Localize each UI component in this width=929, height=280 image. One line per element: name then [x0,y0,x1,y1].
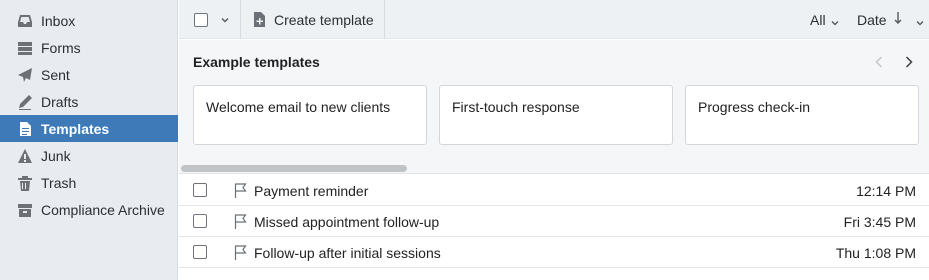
toolbar: Create template All Date [179,0,929,39]
sidebar-item-label: Junk [41,147,71,164]
example-template-card[interactable]: First-touch response [439,85,673,145]
sidebar-item-compliance-archive[interactable]: Compliance Archive [0,196,178,223]
create-template-button[interactable]: Create template [241,0,385,39]
flag-icon[interactable] [233,244,249,261]
sidebar-item-label: Inbox [41,12,76,29]
sidebar-item-inbox[interactable]: Inbox [0,7,178,34]
select-all-control [179,0,241,39]
sidebar-item-sent[interactable]: Sent [0,61,178,88]
select-options-chevron-down-icon[interactable] [220,15,230,25]
sidebar-item-label: Templates [41,120,110,137]
sidebar-item-drafts[interactable]: Drafts [0,88,178,115]
example-templates-panel: Example templates Welcome email to new c… [179,40,929,174]
horizontal-scrollbar[interactable] [179,162,929,174]
junk-icon [16,147,34,165]
example-template-label: First-touch response [452,99,580,115]
chevron-down-icon [830,15,840,25]
example-template-label: Progress check-in [698,99,811,115]
sidebar-item-label: Forms [41,39,81,56]
trash-icon [16,174,34,192]
next-arrow-icon[interactable] [901,54,917,70]
drafts-icon [16,93,34,111]
scrollbar-thumb[interactable] [181,165,407,172]
template-subject: Payment reminder [254,183,369,199]
flag-icon[interactable] [233,182,249,199]
sidebar-item-trash[interactable]: Trash [0,169,178,196]
example-template-label: Welcome email to new clients [206,99,391,115]
sent-icon [16,66,34,84]
sidebar-item-forms[interactable]: Forms [0,34,178,61]
inbox-icon [16,12,34,30]
filter-label: All [810,11,826,28]
sidebar-item-label: Drafts [41,93,79,110]
sidebar-item-label: Trash [41,174,77,191]
templates-icon [16,120,34,138]
row-checkbox[interactable] [193,245,207,259]
template-time: 12:14 PM [856,183,916,199]
select-all-checkbox[interactable] [194,12,208,27]
sidebar: Inbox Forms Sent Drafts Templates Junk T… [0,0,178,280]
example-template-card[interactable]: Welcome email to new clients [193,85,427,145]
example-template-card[interactable]: Progress check-in [685,85,919,145]
table-row[interactable]: Missed appointment follow-up Fri 3:45 PM [179,206,929,237]
table-row[interactable]: Follow-up after initial sessions Thu 1:0… [179,237,929,268]
sidebar-item-label: Sent [41,66,70,83]
row-checkbox[interactable] [193,214,207,228]
sidebar-item-label: Compliance Archive [41,201,165,218]
create-template-label: Create template [274,11,374,28]
new-document-icon [254,12,265,27]
sidebar-item-templates[interactable]: Templates [0,115,178,142]
table-row[interactable]: Payment reminder 12:14 PM [179,175,929,206]
sidebar-item-junk[interactable]: Junk [0,142,178,169]
template-time: Thu 1:08 PM [835,245,916,261]
flag-icon[interactable] [233,213,249,230]
sort-dropdown[interactable]: Date [857,0,929,39]
sort-descending-arrow-icon [893,11,909,28]
filter-dropdown[interactable]: All [810,0,844,39]
example-templates-title: Example templates [193,54,320,70]
template-subject: Missed appointment follow-up [254,214,440,230]
forms-icon [16,39,34,57]
sort-label: Date [857,11,887,28]
template-subject: Follow-up after initial sessions [254,245,441,261]
row-checkbox[interactable] [193,183,207,197]
chevron-down-icon [915,15,925,25]
previous-arrow-icon[interactable] [871,54,887,70]
template-time: Fri 3:45 PM [843,214,916,230]
archive-icon [16,201,34,219]
